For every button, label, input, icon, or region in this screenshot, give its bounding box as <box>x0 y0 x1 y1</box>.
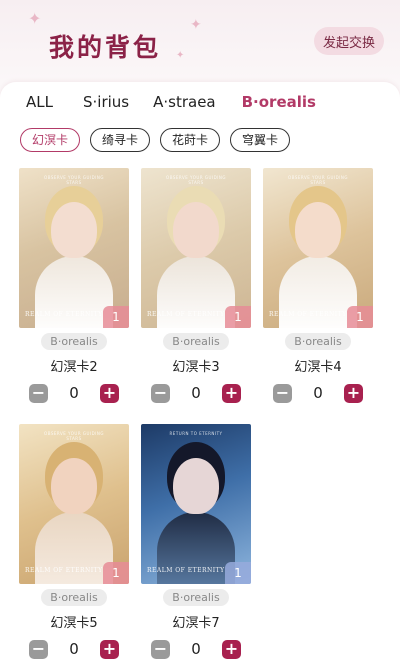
group-badge: B·orealis <box>41 589 107 606</box>
increase-button[interactable]: + <box>222 640 241 659</box>
card-logo: REALM OF ETERNITY <box>147 567 225 574</box>
quantity-value: 0 <box>69 640 79 658</box>
owned-count-badge: 1 <box>225 306 251 328</box>
card-logo: REALM OF ETERNITY <box>269 311 347 318</box>
card-name: 幻溟卡7 <box>172 616 220 631</box>
card-logo: REALM OF ETERNITY <box>25 311 103 318</box>
tab-all[interactable]: ALL <box>26 90 53 114</box>
increase-button[interactable]: + <box>100 384 119 403</box>
sparkle-icon: ✦ <box>176 50 185 61</box>
increase-button[interactable]: + <box>100 640 119 659</box>
card-image[interactable]: OBSERVE YOUR GUIDING STARS REALM OF ETER… <box>19 424 129 584</box>
card-image[interactable]: OBSERVE YOUR GUIDING STARS REALM OF ETER… <box>19 168 129 328</box>
backpack-content: ALL S·irius A·straea B·orealis 幻溟卡 绮寻卡 花… <box>0 82 400 671</box>
sparkle-icon: ✦ <box>190 17 202 33</box>
card-name: 幻溟卡4 <box>294 360 342 375</box>
owned-count-badge: 1 <box>347 306 373 328</box>
decrease-button[interactable]: − <box>29 640 48 659</box>
card-logo: REALM OF ETERNITY <box>147 311 225 318</box>
tab-borealis[interactable]: B·orealis <box>242 90 316 114</box>
decrease-button[interactable]: − <box>29 384 48 403</box>
decrease-button[interactable]: − <box>151 384 170 403</box>
group-badge: B·orealis <box>285 333 351 350</box>
page-title: 我的背包 <box>49 33 162 62</box>
filter-qixun[interactable]: 绮寻卡 <box>90 128 151 152</box>
card-image[interactable]: OBSERVE YOUR GUIDING STARS REALM OF ETER… <box>141 168 251 328</box>
quantity-stepper: − 0 + <box>29 640 119 660</box>
card-image[interactable]: RETURN TO ETERNITY REALM OF ETERNITY 1 <box>141 424 251 584</box>
card-type-filters: 幻溟卡 绮寻卡 花莳卡 穹翼卡 <box>20 128 300 152</box>
group-tabs: ALL S·irius A·straea B·orealis <box>26 90 316 114</box>
filter-huashi[interactable]: 花莳卡 <box>160 128 221 152</box>
card-name: 幻溟卡5 <box>50 616 98 631</box>
filter-qiongyi[interactable]: 穹翼卡 <box>230 128 291 152</box>
decrease-button[interactable]: − <box>273 384 292 403</box>
tab-astraea[interactable]: A·straea <box>153 90 216 114</box>
quantity-value: 0 <box>191 384 201 402</box>
quantity-value: 0 <box>69 384 79 402</box>
owned-count-badge: 1 <box>103 306 129 328</box>
owned-count-badge: 1 <box>225 562 251 584</box>
card-name: 幻溟卡2 <box>50 360 98 375</box>
decrease-button[interactable]: − <box>151 640 170 659</box>
increase-button[interactable]: + <box>222 384 241 403</box>
increase-button[interactable]: + <box>344 384 363 403</box>
owned-count-badge: 1 <box>103 562 129 584</box>
start-exchange-button[interactable]: 发起交换 <box>314 27 384 55</box>
card-name: 幻溟卡3 <box>172 360 220 375</box>
group-badge: B·orealis <box>163 333 229 350</box>
quantity-stepper: − 0 + <box>151 640 241 660</box>
card-logo: REALM OF ETERNITY <box>25 567 103 574</box>
sparkle-icon: ✦ <box>28 9 42 28</box>
tab-sirius[interactable]: S·irius <box>83 90 129 114</box>
quantity-stepper: − 0 + <box>29 384 119 404</box>
card-image[interactable]: OBSERVE YOUR GUIDING STARS REALM OF ETER… <box>263 168 373 328</box>
quantity-value: 0 <box>313 384 323 402</box>
quantity-stepper: − 0 + <box>273 384 363 404</box>
group-badge: B·orealis <box>41 333 107 350</box>
filter-huanming[interactable]: 幻溟卡 <box>20 128 81 152</box>
quantity-stepper: − 0 + <box>151 384 241 404</box>
header: ✦ ✦ ✦ 我的背包 发起交换 <box>0 0 400 82</box>
quantity-value: 0 <box>191 640 201 658</box>
group-badge: B·orealis <box>163 589 229 606</box>
